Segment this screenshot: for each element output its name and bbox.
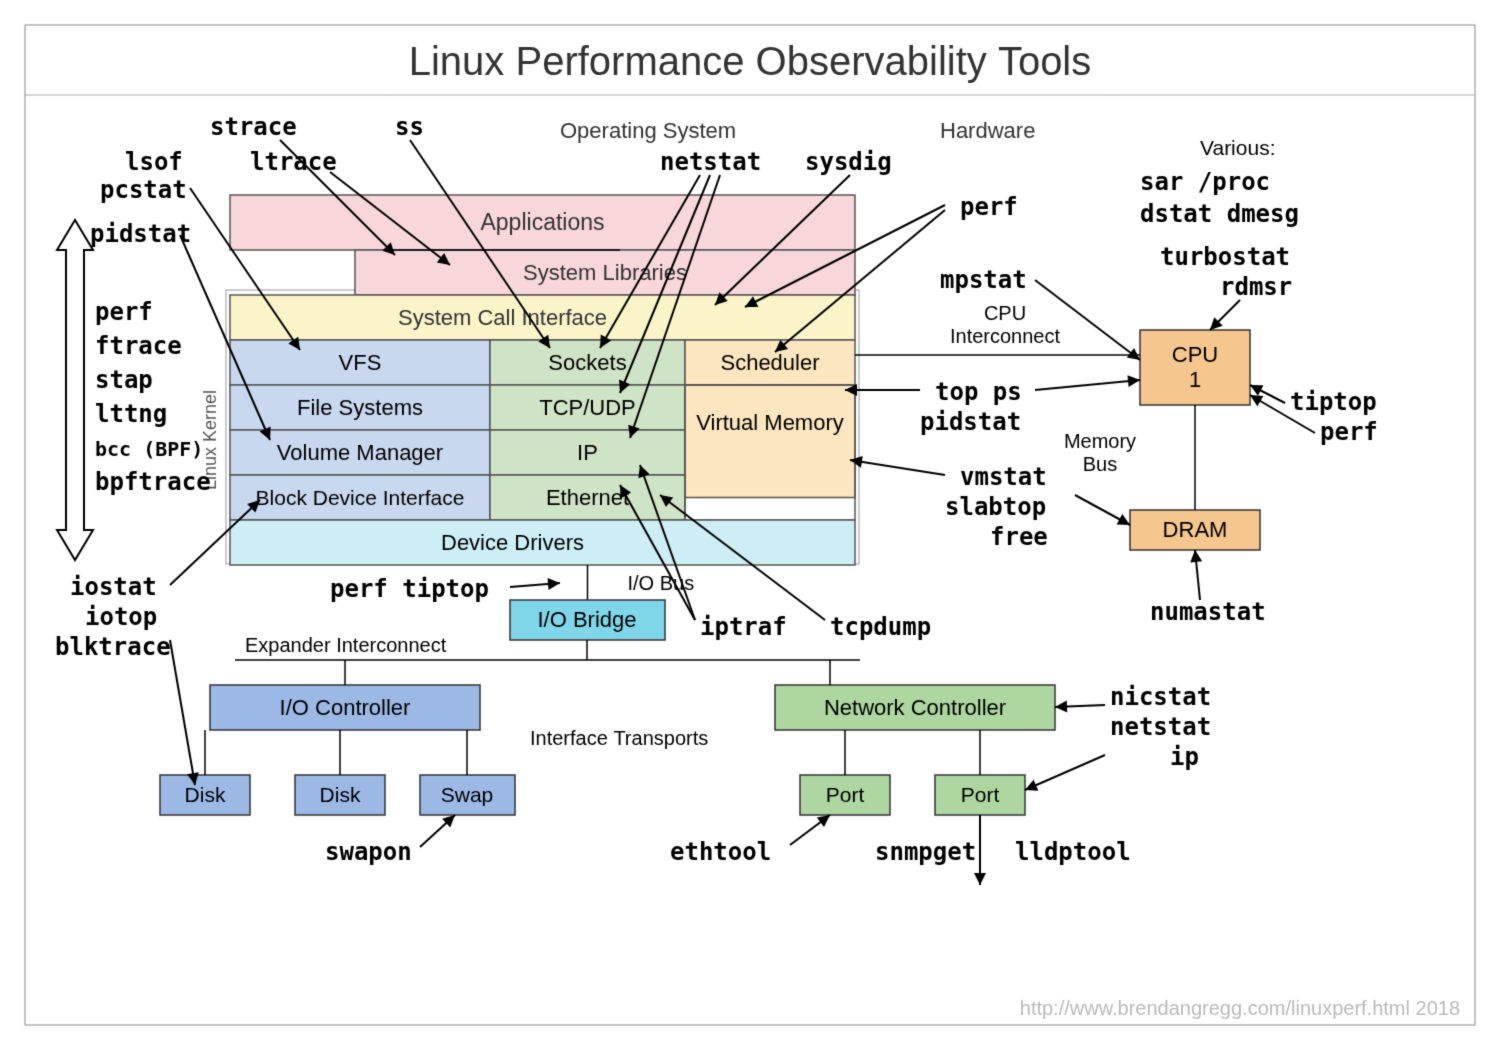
diagram-canvas	[0, 0, 1500, 1050]
